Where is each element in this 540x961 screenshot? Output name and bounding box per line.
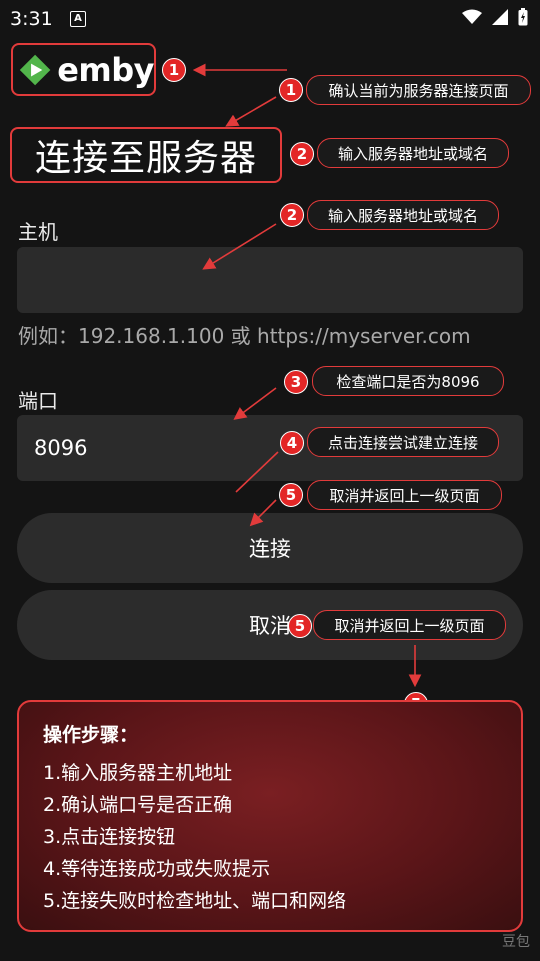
callout-badge-5b: 5 xyxy=(288,614,312,638)
step-item: 3.点击连接按钮 xyxy=(43,826,176,848)
callout-badge-2b: 2 xyxy=(280,203,304,227)
status-icons xyxy=(462,8,528,26)
emby-logo-icon xyxy=(19,54,51,85)
steps-panel: 操作步骤： 1.输入服务器主机地址 2.确认端口号是否正确 3.点击连接按钮 4… xyxy=(17,700,523,932)
steps-title: 操作步骤： xyxy=(43,724,139,746)
host-hint: 例如：192.168.1.100 或 https://myserver.com xyxy=(18,324,471,348)
watermark: 豆包 xyxy=(502,934,530,950)
app-notification-icon: A xyxy=(70,11,86,27)
wifi-icon xyxy=(462,9,482,24)
emby-logo-text: emby xyxy=(57,50,154,89)
step-item: 4.等待连接成功或失败提示 xyxy=(43,858,271,880)
page-title-box: 连接至服务器 xyxy=(10,127,282,183)
callout-2b: 输入服务器地址或域名 xyxy=(307,200,499,230)
battery-icon xyxy=(518,8,528,26)
connect-button[interactable]: 连接 xyxy=(17,513,523,583)
page-title: 连接至服务器 xyxy=(34,138,257,179)
signal-icon xyxy=(492,9,508,25)
callout-4: 点击连接尝试建立连接 xyxy=(307,427,499,457)
callout-badge-4: 4 xyxy=(280,431,304,455)
callout-2a: 输入服务器地址或域名 xyxy=(317,138,509,168)
step-item: 1.输入服务器主机地址 xyxy=(43,762,233,784)
callout-badge-5a: 5 xyxy=(279,483,303,507)
step-item: 2.确认端口号是否正确 xyxy=(43,794,233,816)
host-label: 主机 xyxy=(18,220,58,244)
port-label: 端口 xyxy=(18,389,58,413)
callout-badge-3: 3 xyxy=(284,370,308,394)
callout-5a: 取消并返回上一级页面 xyxy=(307,480,502,510)
callout-3: 检查端口是否为8096 xyxy=(312,366,504,396)
callout-badge-logo: 1 xyxy=(162,58,186,82)
emby-logo: emby xyxy=(11,43,156,96)
callout-1: 确认当前为服务器连接页面 xyxy=(306,75,531,105)
callout-5b: 取消并返回上一级页面 xyxy=(313,610,506,640)
host-input[interactable] xyxy=(17,247,523,313)
callout-badge-2a: 2 xyxy=(290,142,314,166)
callout-badge-1: 1 xyxy=(279,78,303,102)
status-time: 3:31 xyxy=(10,8,53,30)
step-item: 5.连接失败时检查地址、端口和网络 xyxy=(43,890,347,912)
